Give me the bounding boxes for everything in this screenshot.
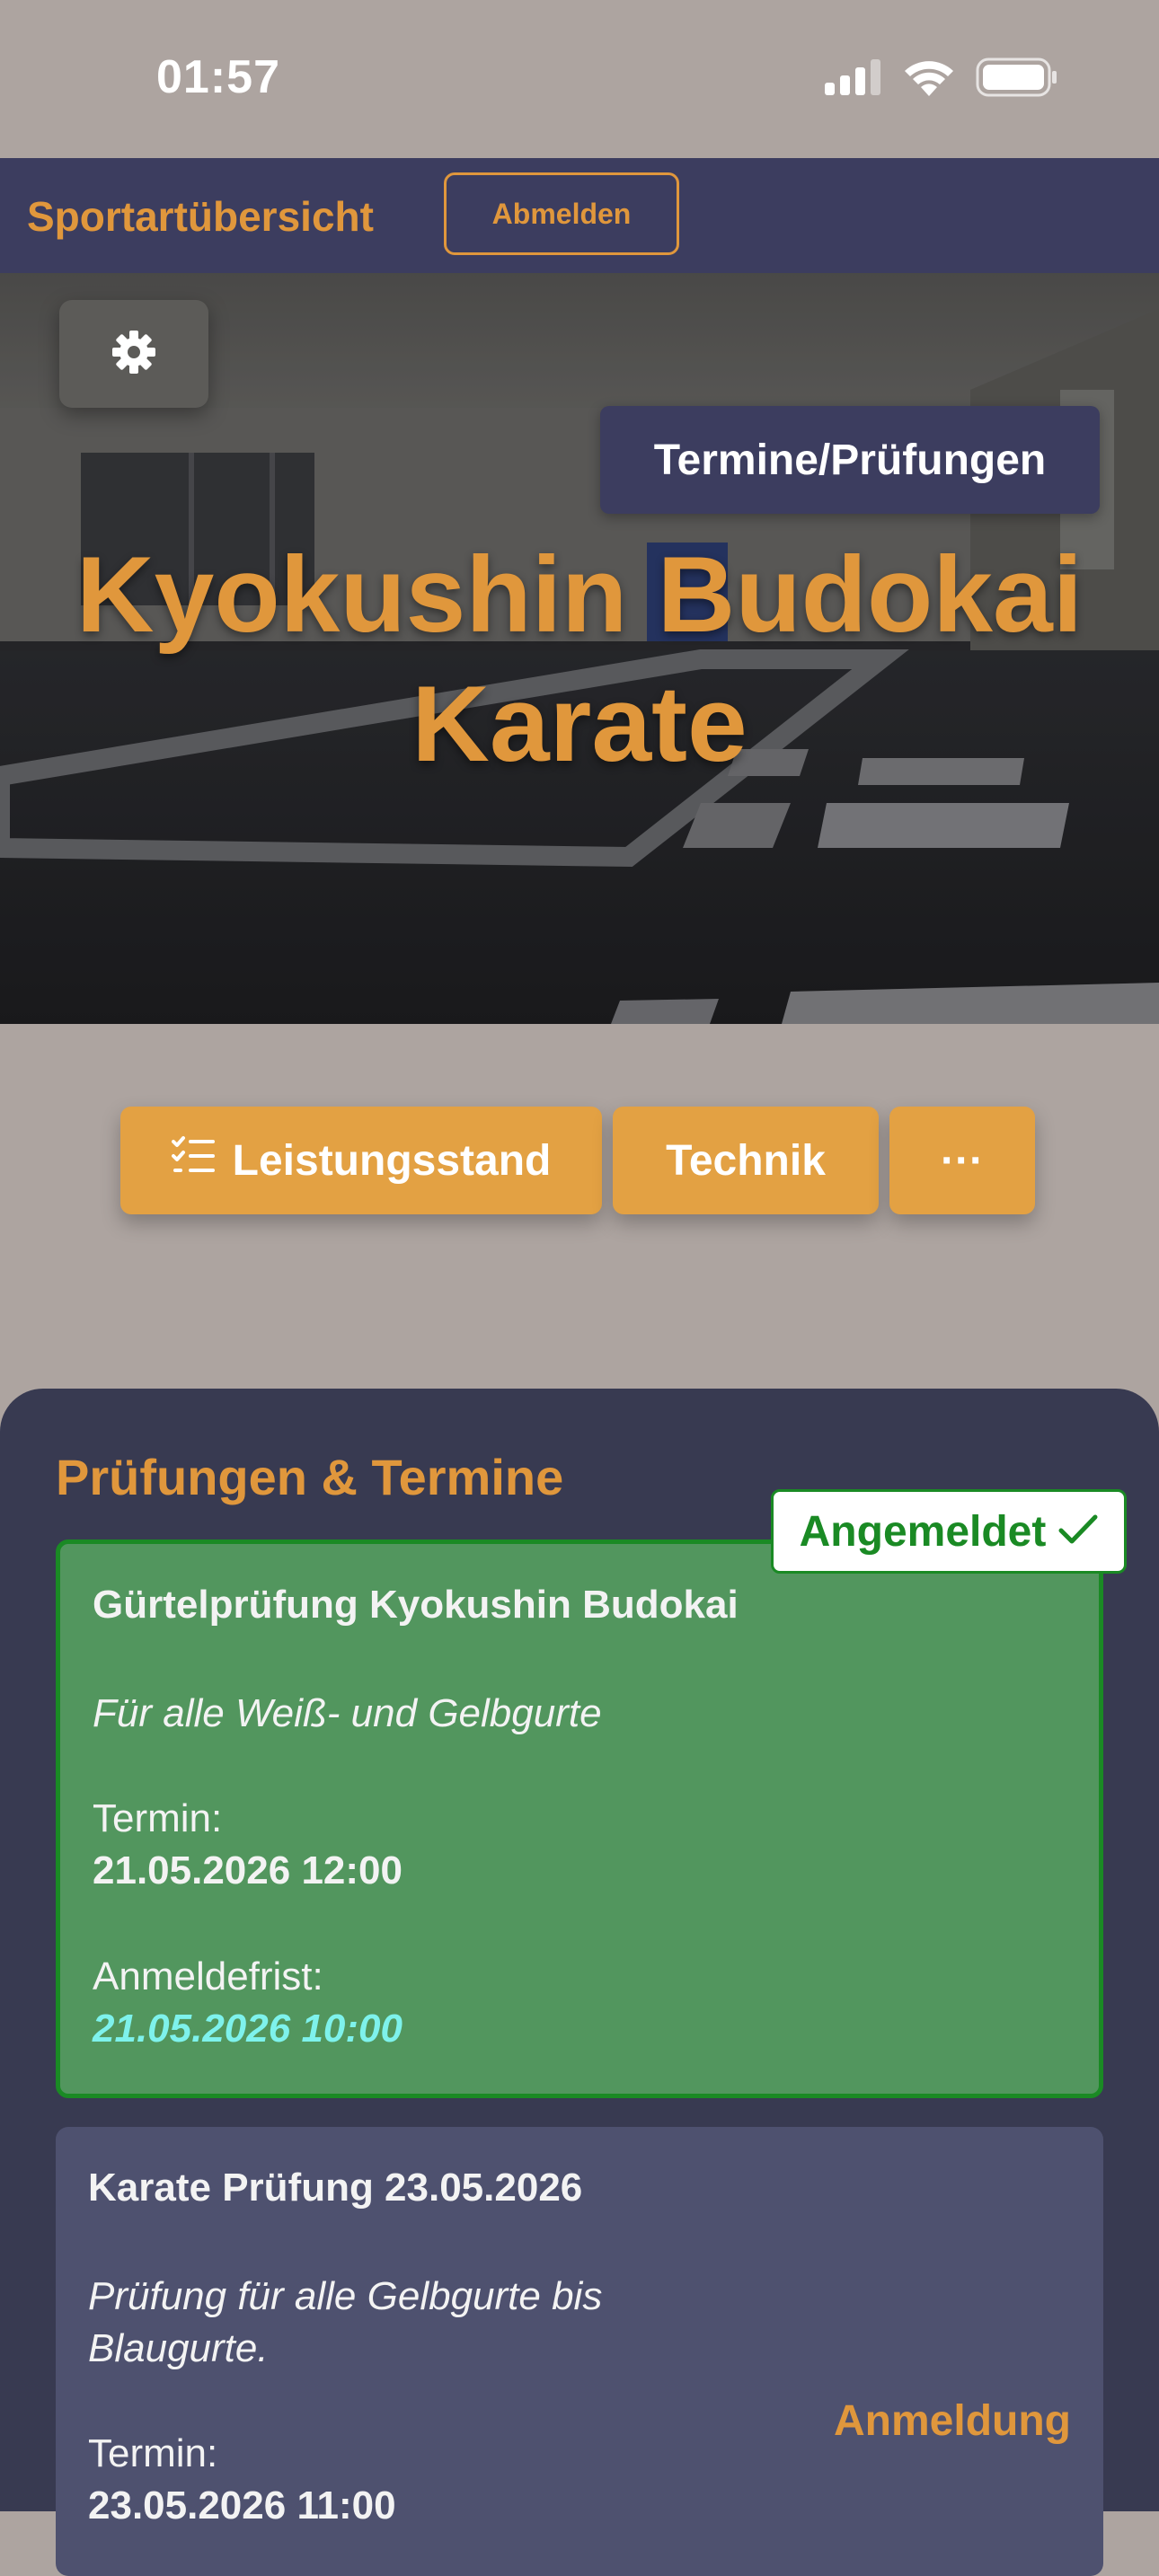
checklist-icon <box>171 1135 217 1186</box>
exam-description-line2: Blaugurte. <box>88 2326 269 2370</box>
checkmark-icon <box>1058 1507 1098 1557</box>
signal-icon <box>823 59 882 100</box>
settings-button[interactable] <box>59 300 208 408</box>
exam-termin-value: 21.05.2026 12:00 <box>93 1848 403 1892</box>
battery-icon <box>976 57 1058 101</box>
status-badge-registered: Angemeldet <box>771 1489 1127 1574</box>
status-badge-label: Angemeldet <box>799 1507 1047 1556</box>
leistungsstand-label: Leistungsstand <box>232 1136 552 1185</box>
wifi-icon <box>902 58 956 101</box>
status-time: 01:57 <box>156 51 280 103</box>
hero-title: Kyokushin Budokai Karate <box>0 530 1159 789</box>
exam-title: Karate Prüfung 23.05.2026 <box>88 2166 583 2210</box>
technik-button[interactable]: Technik <box>613 1107 879 1214</box>
exam-termin-value: 23.05.2026 11:00 <box>88 2483 396 2527</box>
exam-description: Prüfung für alle Gelbgurte bis Blaugurte… <box>88 2271 1071 2375</box>
more-button[interactable]: ··· <box>889 1107 1035 1214</box>
exam-deadline-value: 21.05.2026 10:00 <box>93 2007 403 2051</box>
leistungsstand-button[interactable]: Leistungsstand <box>120 1107 602 1214</box>
more-dots-icon: ··· <box>941 1136 984 1185</box>
exam-title: Gürtelprüfung Kyokushin Budokai <box>93 1583 739 1627</box>
logout-button[interactable]: Abmelden <box>444 172 679 255</box>
action-buttons: Leistungsstand Technik ··· <box>120 1107 1035 1214</box>
exams-panel: Prüfungen & Termine Gürtelprüfung Kyokus… <box>0 1389 1159 2576</box>
exam-deadline-label: Anmeldefrist: <box>93 1954 323 1998</box>
hero-banner: Termine/Prüfungen Kyokushin Budokai Kara… <box>0 273 1159 1024</box>
anmeldung-button[interactable]: Anmeldung <box>834 2396 1071 2446</box>
status-bar: 01:57 <box>0 0 1159 158</box>
top-nav: Sportartübersicht Abmelden <box>0 158 1159 273</box>
gear-icon <box>111 330 156 379</box>
hero-title-line1: Kyokushin Budokai <box>75 534 1084 655</box>
exam-card-registered[interactable]: Gürtelprüfung Kyokushin Budokai Für alle… <box>56 1539 1103 2098</box>
exam-description: Für alle Weiß- und Gelbgurte <box>93 1691 602 1735</box>
exam-card-open[interactable]: Karate Prüfung 23.05.2026 Prüfung für al… <box>56 2127 1103 2576</box>
exam-termin-label: Termin: <box>93 1796 223 1840</box>
exam-description-line1: Prüfung für alle Gelbgurte bis <box>88 2274 603 2318</box>
status-icons <box>823 57 1058 101</box>
panel-heading: Prüfungen & Termine <box>56 1449 564 1505</box>
nav-title-sportartuebersicht[interactable]: Sportartübersicht <box>27 192 374 241</box>
hero-title-line2: Karate <box>411 664 748 784</box>
termine-pruefungen-button[interactable]: Termine/Prüfungen <box>600 406 1100 514</box>
